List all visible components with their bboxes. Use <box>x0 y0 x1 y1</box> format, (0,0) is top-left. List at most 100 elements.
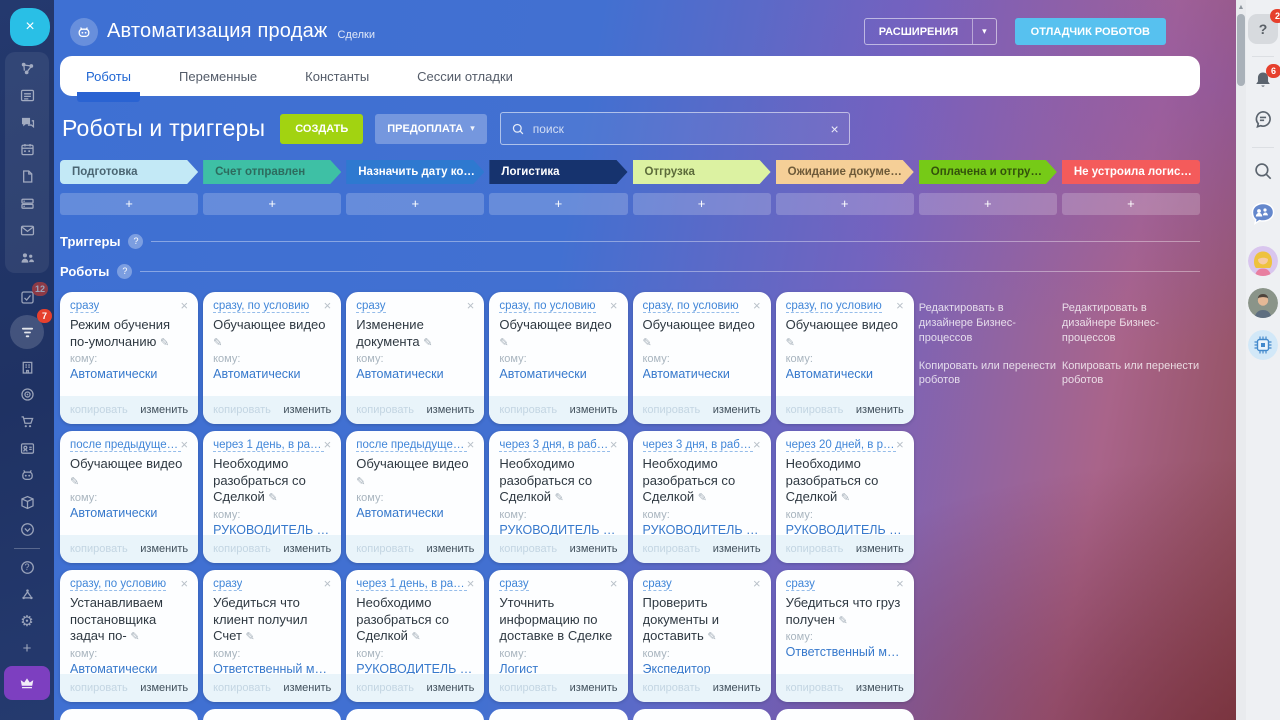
tab-robots[interactable]: Роботы <box>76 58 141 102</box>
market-box-icon[interactable] <box>14 493 40 511</box>
mail-icon[interactable] <box>14 221 40 239</box>
robot-recipient-link[interactable]: Автоматически <box>643 367 761 381</box>
add-robot-button[interactable]: + <box>489 193 628 215</box>
robot-trigger-link[interactable]: через 3 дня, в рабоче... <box>642 439 754 452</box>
stage-oplachena[interactable]: Оплачена и отгружена <box>919 160 1057 184</box>
card-close-icon[interactable]: × <box>896 577 904 590</box>
timeline-comment-icon[interactable] <box>1252 108 1274 135</box>
tab-variables[interactable]: Переменные <box>177 58 259 95</box>
contact-card-icon[interactable] <box>14 439 40 457</box>
robot-trigger-link[interactable]: сразу, по условию <box>785 300 882 313</box>
search-clear-icon[interactable]: × <box>831 121 839 137</box>
robot-recipient-link[interactable]: Автоматически <box>356 367 474 381</box>
robots-help-icon[interactable]: ? <box>117 264 133 279</box>
stage-otgruzka[interactable]: Отгрузка <box>633 160 771 184</box>
robot-trigger-link[interactable]: через 1 день, в рабоч... <box>213 439 324 452</box>
company-icon[interactable] <box>14 358 40 376</box>
extensions-caret-icon[interactable]: ▾ <box>972 19 996 44</box>
calendar-icon[interactable] <box>14 140 40 158</box>
card-close-icon[interactable]: × <box>181 299 189 312</box>
robot-title[interactable]: Необходимо разобраться со Сделкой ✎ <box>643 456 761 506</box>
robot-title[interactable]: Обучающее видео ✎ <box>213 317 331 350</box>
shop-cart-icon[interactable] <box>14 412 40 430</box>
target-icon[interactable] <box>14 385 40 403</box>
drive-icon[interactable] <box>14 194 40 212</box>
edit-button[interactable]: изменить <box>570 682 618 694</box>
copy-button[interactable]: копировать <box>70 404 128 416</box>
robot-recipient-link[interactable]: Автоматически <box>786 367 904 381</box>
copy-button[interactable]: копировать <box>213 404 271 416</box>
robot-title[interactable]: Необходимо разобраться со Сделкой ✎ <box>499 456 617 506</box>
edit-button[interactable]: изменить <box>856 682 904 694</box>
copy-button[interactable]: копировать <box>786 682 844 694</box>
robot-icon[interactable] <box>14 466 40 484</box>
extension-chip-icon[interactable] <box>1248 330 1278 360</box>
card-close-icon[interactable]: × <box>181 438 189 451</box>
edit-button[interactable]: изменить <box>713 682 761 694</box>
settings-gear-icon[interactable]: ⚙ <box>14 612 40 630</box>
edit-button[interactable]: изменить <box>140 682 188 694</box>
search-rail-icon[interactable] <box>1252 160 1274 187</box>
edit-button[interactable]: изменить <box>140 543 188 555</box>
card-close-icon[interactable]: × <box>324 438 332 451</box>
card-close-icon[interactable]: × <box>896 438 904 451</box>
help-icon[interactable]: ? <box>14 558 40 576</box>
tab-constants[interactable]: Константы <box>303 58 371 95</box>
vertical-scrollbar[interactable]: ▲ <box>1236 0 1246 720</box>
user-avatar-woman[interactable] <box>1248 246 1278 276</box>
copy-button[interactable]: копировать <box>786 543 844 555</box>
robot-title[interactable]: Режим обучения по-умолчанию ✎ <box>70 317 188 350</box>
robot-title[interactable]: Убедиться что клиент получил Счет ✎ <box>213 595 331 645</box>
copy-button[interactable]: копировать <box>213 682 271 694</box>
scrollbar-thumb[interactable] <box>1237 14 1245 86</box>
robot-recipient-link[interactable]: Автоматически <box>70 506 188 520</box>
card-close-icon[interactable]: × <box>753 299 761 312</box>
robot-trigger-link[interactable]: сразу <box>785 578 815 591</box>
sites-icon[interactable] <box>14 59 40 77</box>
edit-button[interactable]: изменить <box>427 682 475 694</box>
robot-trigger-link[interactable]: сразу, по условию <box>642 300 739 313</box>
create-button[interactable]: СОЗДАТЬ <box>280 113 364 144</box>
copy-button[interactable]: копировать <box>786 404 844 416</box>
edit-button[interactable]: изменить <box>856 404 904 416</box>
copy-move-robots-link[interactable]: Копировать или перенести роботов <box>919 359 1057 389</box>
edit-button[interactable]: изменить <box>140 404 188 416</box>
edit-button[interactable]: изменить <box>283 404 331 416</box>
funnel-selector-button[interactable]: ПРЕДОПЛАТА ▾ <box>375 113 487 144</box>
share-nodes-icon[interactable] <box>14 585 40 603</box>
robot-title[interactable]: Необходимо разобраться со Сделкой ✎ <box>356 595 474 645</box>
edit-button[interactable]: изменить <box>713 404 761 416</box>
add-robot-button[interactable]: + <box>775 193 914 215</box>
search-input[interactable] <box>532 121 823 136</box>
edit-in-designer-link[interactable]: Редактировать в дизайнере Бизнес-процесс… <box>1062 301 1200 346</box>
card-close-icon[interactable]: × <box>467 577 475 590</box>
stage-schet-otpravlen[interactable]: Счет отправлен <box>203 160 341 184</box>
robot-title[interactable]: Убедиться что груз получен ✎ <box>786 595 904 628</box>
robot-trigger-link[interactable]: сразу <box>499 578 529 591</box>
card-close-icon[interactable]: × <box>324 299 332 312</box>
edit-button[interactable]: изменить <box>713 543 761 555</box>
card-close-icon[interactable]: × <box>896 299 904 312</box>
robot-trigger-link[interactable]: сразу, по условию <box>499 300 596 313</box>
card-close-icon[interactable]: × <box>467 438 475 451</box>
copy-button[interactable]: копировать <box>213 543 271 555</box>
scroll-up-icon[interactable]: ▲ <box>1236 0 1246 11</box>
robot-recipient-link[interactable]: Автоматически <box>356 506 474 520</box>
tasks-icon[interactable]: 12 <box>14 282 48 306</box>
robot-trigger-link[interactable]: после предыдущего, п... <box>356 439 467 452</box>
robot-trigger-link[interactable]: через 3 дня, в рабоче... <box>499 439 610 452</box>
crm-funnel-icon[interactable]: 7 <box>10 309 52 349</box>
robot-title[interactable]: Необходимо разобраться со Сделкой ✎ <box>786 456 904 506</box>
stage-logistika[interactable]: Логистика <box>489 160 627 184</box>
robot-trigger-link[interactable]: сразу <box>70 300 100 313</box>
add-robot-button[interactable]: + <box>1061 193 1200 215</box>
edit-in-designer-link[interactable]: Редактировать в дизайнере Бизнес-процесс… <box>919 301 1057 346</box>
robot-recipient-link[interactable]: Ответственный мен... <box>786 645 904 659</box>
robot-title[interactable]: Необходимо разобраться со Сделкой ✎ <box>213 456 331 506</box>
tariff-crown-button[interactable] <box>4 666 50 700</box>
robot-debugger-button[interactable]: ОТЛАДЧИК РОБОТОВ <box>1014 18 1166 45</box>
documents-icon[interactable] <box>14 167 40 185</box>
robot-trigger-link[interactable]: через 1 день, в рабоч... <box>356 578 467 591</box>
add-robot-button[interactable]: + <box>346 193 485 215</box>
copy-button[interactable]: копировать <box>70 682 128 694</box>
